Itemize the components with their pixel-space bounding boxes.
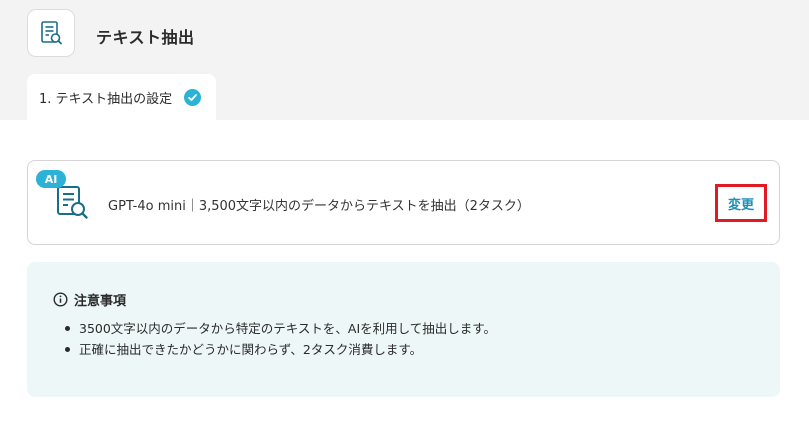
document-search-icon bbox=[27, 9, 75, 57]
tab-text-extraction-settings[interactable]: 1. テキスト抽出の設定 bbox=[27, 74, 216, 120]
notice-heading: 注意事項 bbox=[53, 290, 126, 309]
page-title: テキスト抽出 bbox=[96, 28, 195, 47]
action-description: GPT-4o mini｜3,500文字以内のデータからテキストを抽出（2タスク） bbox=[108, 199, 530, 214]
list-item: 正確に抽出できたかどうかに関わらず、2タスク消費します。 bbox=[61, 339, 496, 360]
action-card: AI GPT-4o mini｜3,500文字以内のデータからテキストを抽出（2タ… bbox=[27, 160, 780, 245]
change-button[interactable]: 変更 bbox=[715, 184, 767, 222]
ai-badge: AI bbox=[36, 170, 66, 188]
notice-heading-label: 注意事項 bbox=[74, 294, 127, 309]
check-circle-icon bbox=[184, 88, 202, 106]
info-icon bbox=[53, 292, 68, 307]
notice-box: 注意事項 3500文字以内のデータから特定のテキストを、AIを利用して抽出します… bbox=[27, 262, 780, 397]
header-area: テキスト抽出 1. テキスト抽出の設定 bbox=[0, 0, 809, 120]
list-item: 3500文字以内のデータから特定のテキストを、AIを利用して抽出します。 bbox=[61, 318, 496, 339]
notice-list: 3500文字以内のデータから特定のテキストを、AIを利用して抽出します。 正確に… bbox=[61, 318, 496, 360]
tab-label: 1. テキスト抽出の設定 bbox=[39, 91, 173, 107]
